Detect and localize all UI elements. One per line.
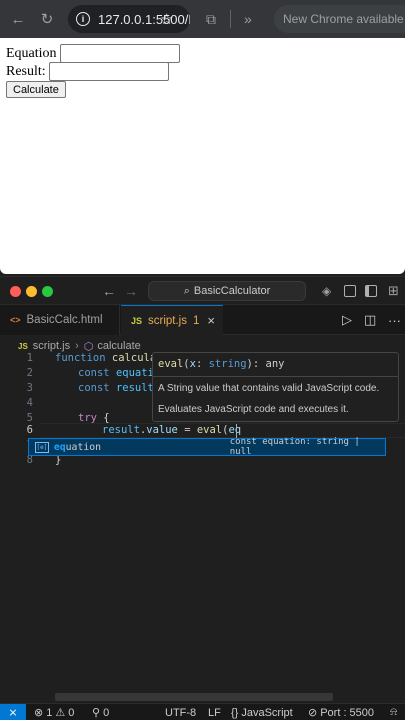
language-mode[interactable]: {} JavaScript [231,704,293,720]
toolbar-divider [230,10,231,28]
code-line-2: const equatio [78,367,161,379]
copilot-icon[interactable]: ◈ [322,277,331,305]
back-button[interactable]: ← [3,0,33,38]
toggle-panel-icon[interactable] [344,285,356,297]
encoding-indicator[interactable]: UTF-8 [165,704,196,720]
ports-indicator[interactable]: ⚲ 0 [92,704,109,720]
calculate-button[interactable]: Calculate [6,81,66,98]
hover-signature: eval(x: string): any [158,358,285,370]
signature-type: string [208,358,247,370]
vscode-window: ← → ⌕ BasicCalculator ◈ ⊞ <> BasicCalc.h… [0,276,405,720]
text-cursor [236,424,237,438]
live-server-indicator[interactable]: ⊘ Port : 5500 [308,704,374,720]
variable-icon: [e] [35,441,49,453]
line-number: 3 [26,382,33,394]
line-number: 4 [26,397,33,409]
toggle-sidebar-icon[interactable] [365,285,377,297]
signature-name: eval [158,358,184,370]
bell-icon[interactable]: ⍾ [390,704,397,720]
line-number: 6 [26,424,33,436]
suggestion-item[interactable]: [e] equation const equation: string | nu… [28,437,386,457]
search-icon: ⌕ [183,284,190,297]
url-text: 127.0.0.1:5500/BasicCalc.html [98,11,190,27]
suggestion-label: equation [54,442,230,453]
screen: ← ↻ i 127.0.0.1:5500/BasicCalc.html ☆ ⧉ … [0,0,405,720]
code-line-1: function calculat [55,352,163,364]
problems-indicator[interactable]: ⊗ 1 ⚠ 0 [34,704,74,720]
suggestion-rest: uation [65,441,102,453]
hover-divider [153,376,398,377]
more-actions-icon[interactable]: ··· [388,305,401,335]
line-number: 1 [26,352,33,364]
minimize-window-button[interactable] [26,286,37,297]
command-center[interactable]: ⌕ BasicCalculator [148,281,306,301]
eol-indicator[interactable]: LF [208,704,221,720]
code-line-6: result.value = eval(eq [102,424,242,436]
tab-basiccalc-html[interactable]: <> BasicCalc.html [0,305,120,335]
html-file-icon: <> [10,315,21,325]
suggestion-detail: const equation: string | null [229,437,360,457]
tab-label: BasicCalc.html [26,314,103,326]
title-bar: ← → ⌕ BasicCalculator ◈ ⊞ [0,277,405,305]
port-label: Port : 5500 [320,706,375,719]
hover-param-doc: A String value that contains valid JavaS… [158,383,380,394]
update-chrome-button[interactable]: New Chrome available [274,5,405,33]
signature-param: x [189,358,196,370]
status-bar: ⨯ ⊗ 1 ⚠ 0 ⚲ 0 UTF-8 LF {} JavaScript ⊘ P… [0,703,405,720]
broadcast-icon: ⚲ [92,707,101,719]
run-icon[interactable]: ▷ [342,305,352,335]
remote-indicator-icon[interactable]: ⨯ [0,704,26,720]
result-input[interactable] [48,62,169,81]
command-center-label: BasicCalculator [193,285,271,297]
editor-tabs: <> BasicCalc.html JS script.js 1 × ▷ ◫ ·… [0,305,405,335]
reload-icon: ↻ [40,11,54,28]
warning-count: 0 [68,706,75,719]
web-page: Equation Result: Calculate [0,38,405,274]
browser-toolbar: ← ↻ i 127.0.0.1:5500/BasicCalc.html ☆ ⧉ … [0,0,405,38]
equation-label: Equation [6,45,57,61]
customize-layout-icon[interactable]: ⊞ [388,277,399,305]
equation-input[interactable] [59,44,180,63]
result-row: Result: [6,62,169,81]
ports-count: 0 [103,706,110,719]
problem-count: 1 [193,314,200,327]
js-file-icon: JS [18,341,28,351]
warning-icon: ⚠ [55,707,66,719]
signature-return: any [265,358,285,370]
close-tab-icon[interactable]: × [207,313,215,328]
info-icon[interactable]: i [76,12,90,26]
split-editor-icon[interactable]: ◫ [364,305,376,335]
error-icon: ⊗ [34,707,44,719]
update-label: New Chrome available [283,12,404,26]
reload-button[interactable]: ↻ [32,0,62,38]
braces-icon: {} [231,706,239,719]
hover-tooltip: eval(x: string): any A String value that… [152,352,399,422]
tab-label: script.js [148,314,187,327]
suggestion-match: eq [53,441,66,453]
extensions-icon[interactable]: ⧉ [198,0,224,38]
bookmark-star-icon[interactable]: ☆ [160,0,173,38]
hover-description: Evaluates JavaScript code and executes i… [158,404,349,415]
maximize-window-button[interactable] [42,286,53,297]
equation-row: Equation [6,44,180,63]
go-forward-icon[interactable]: → [124,277,138,305]
language-label: JavaScript [241,706,293,719]
close-window-button[interactable] [10,286,21,297]
go-back-icon[interactable]: ← [102,277,116,305]
code-line-3: const result [78,382,154,394]
arrow-left-icon: ← [10,10,26,28]
error-count: 1 [46,706,53,719]
no-entry-icon: ⊘ [308,707,318,719]
chevron-double-right-icon[interactable]: » [244,0,264,38]
horizontal-scrollbar[interactable] [55,693,333,701]
result-label: Result: [6,63,46,79]
tab-script-js[interactable]: JS script.js 1 × [121,305,223,335]
line-number: 2 [26,367,33,379]
js-file-icon: JS [131,315,143,326]
